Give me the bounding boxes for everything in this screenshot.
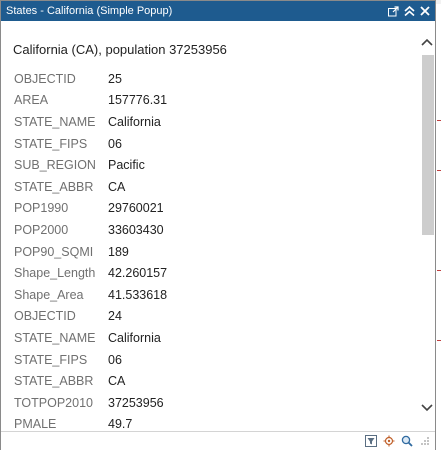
field-name: Shape_Area — [14, 287, 84, 302]
collapse-icon[interactable] — [403, 4, 415, 18]
filter-icon[interactable] — [364, 434, 377, 447]
scroll-up-icon[interactable] — [420, 35, 434, 49]
field-value: 157776.31 — [108, 93, 168, 108]
field-name: STATE_ABBR — [14, 374, 94, 389]
popup-heading: California (CA), population 37253956 — [13, 42, 227, 57]
field-value: 41.533618 — [108, 287, 168, 302]
vertical-scrollbar[interactable] — [420, 35, 434, 417]
field-name: PMALE — [14, 417, 57, 430]
popout-icon[interactable] — [387, 4, 399, 18]
footer-tools — [364, 434, 431, 447]
field-name: POP2000 — [14, 222, 69, 237]
map-feature-mark — [437, 120, 441, 121]
field-name: TOTPOP2010 — [14, 395, 93, 410]
field-name: SUB_REGION — [14, 158, 96, 173]
attribute-list: OBJECTID 25 AREA 157776.31 STATE_NAME Calif… — [14, 68, 414, 430]
attribute-row: OBJECTID 24 — [14, 306, 414, 328]
field-value: 06 — [108, 352, 122, 367]
map-feature-mark — [437, 270, 441, 271]
popup-footer — [1, 431, 435, 450]
field-value: CA — [108, 374, 126, 389]
resize-grip-icon[interactable] — [418, 434, 431, 447]
pan-to-icon[interactable] — [382, 434, 395, 447]
attribute-row: STATE_ABBR CA — [14, 370, 414, 392]
zoom-to-icon[interactable] — [400, 434, 413, 447]
field-value: 49.7 — [108, 417, 133, 430]
attribute-row: POP2000 33603430 — [14, 219, 414, 241]
field-name: STATE_NAME — [14, 114, 96, 129]
attribute-row: OBJECTID 25 — [14, 68, 414, 90]
field-value: 06 — [108, 136, 122, 151]
field-name: POP90_SQMI — [14, 244, 94, 259]
map-feature-mark — [437, 170, 441, 171]
attribute-row: Shape_Length 42.260157 — [14, 262, 414, 284]
field-name: STATE_ABBR — [14, 179, 94, 194]
attribute-row: STATE_ABBR CA — [14, 176, 414, 198]
attribute-row: Shape_Area 41.533618 — [14, 284, 414, 306]
field-name: STATE_NAME — [14, 330, 96, 345]
field-name: STATE_FIPS — [14, 136, 88, 151]
field-value: 189 — [108, 244, 129, 259]
field-value: 25 — [108, 71, 122, 86]
close-icon[interactable] — [419, 4, 431, 18]
field-value: 33603430 — [108, 222, 164, 237]
attribute-row: PMALE 49.7 — [14, 414, 414, 430]
field-value: CA — [108, 179, 126, 194]
attribute-row: POP1990 29760021 — [14, 198, 414, 220]
field-name: OBJECTID — [14, 71, 76, 86]
field-name: POP1990 — [14, 201, 69, 216]
attribute-row: TOTPOP2010 37253956 — [14, 392, 414, 414]
field-name: AREA — [14, 93, 49, 108]
field-name: STATE_FIPS — [14, 352, 88, 367]
field-value: California — [108, 330, 161, 345]
map-feature-mark — [437, 340, 441, 341]
title-buttons — [387, 3, 431, 19]
attribute-row: STATE_NAME California — [14, 327, 414, 349]
field-value: 24 — [108, 309, 122, 324]
field-value: California — [108, 114, 161, 129]
field-value: 37253956 — [108, 395, 164, 410]
attribute-row: AREA 157776.31 — [14, 90, 414, 112]
attribute-row: STATE_FIPS 06 — [14, 133, 414, 155]
attribute-row: POP90_SQMI 189 — [14, 241, 414, 263]
popup-window: States - California (Simple Popup) Calif… — [0, 0, 436, 450]
field-value: 29760021 — [108, 201, 164, 216]
attribute-row: SUB_REGION Pacific — [14, 154, 414, 176]
scroll-down-icon[interactable] — [420, 401, 434, 415]
attribute-row: STATE_FIPS 06 — [14, 349, 414, 371]
field-value: Pacific — [108, 158, 145, 173]
attribute-row: STATE_NAME California — [14, 111, 414, 133]
field-value: 42.260157 — [108, 266, 168, 281]
popup-titlebar[interactable]: States - California (Simple Popup) — [1, 1, 435, 21]
popup-title: States - California (Simple Popup) — [6, 5, 173, 17]
field-name: Shape_Length — [14, 266, 96, 281]
scrollbar-thumb[interactable] — [422, 55, 434, 235]
field-name: OBJECTID — [14, 309, 76, 324]
